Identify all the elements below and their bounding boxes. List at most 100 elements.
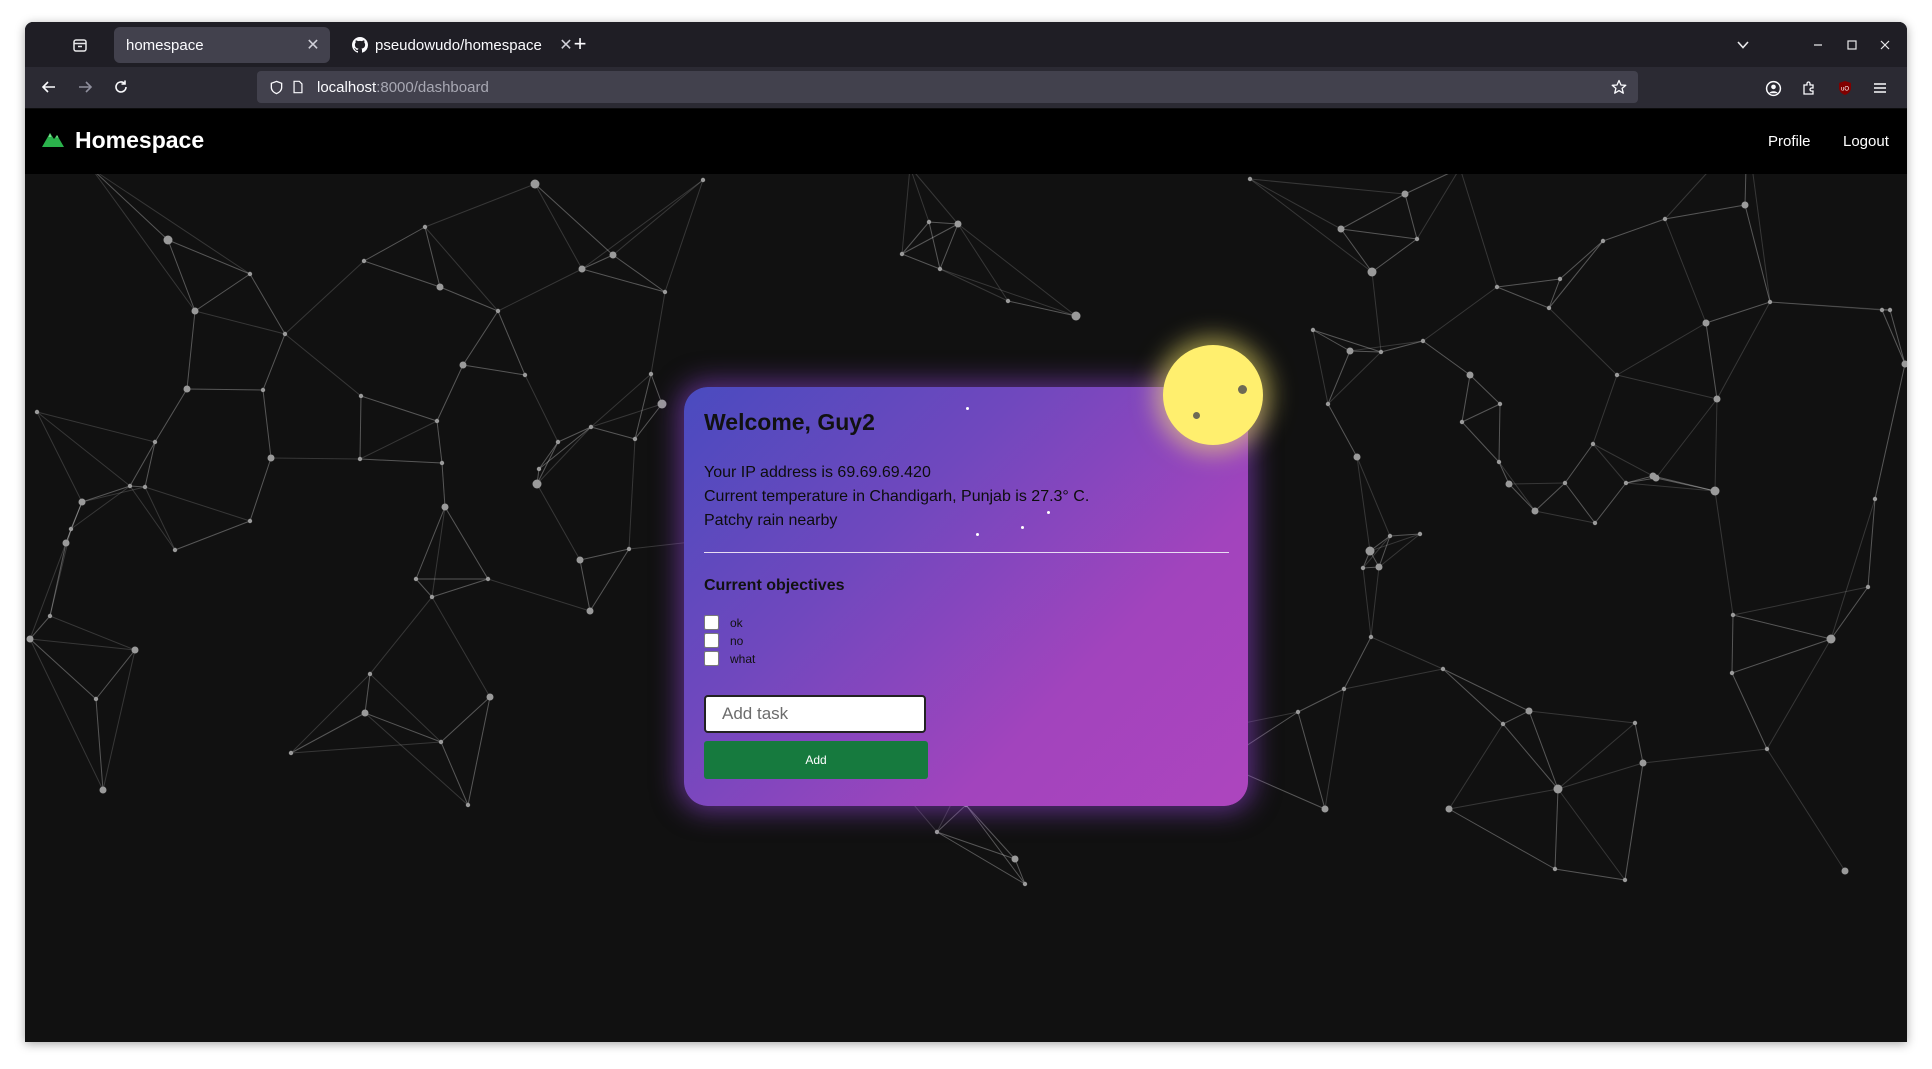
network-edge <box>1664 218 1707 324</box>
moon-decoration <box>1163 345 1263 445</box>
network-edge <box>431 596 491 698</box>
network-node <box>1741 201 1749 209</box>
network-node <box>1767 299 1773 305</box>
network-edge <box>1327 403 1358 458</box>
firefox-view-icon[interactable] <box>69 34 91 56</box>
ublock-origin-icon[interactable]: uO <box>1833 76 1857 100</box>
network-node <box>536 466 542 472</box>
address-bar[interactable]: localhost:8000/dashboard <box>257 71 1638 103</box>
network-edge <box>1744 204 1771 303</box>
window-close-icon[interactable] <box>1874 34 1896 56</box>
network-node <box>1590 441 1596 447</box>
network-edge <box>936 804 967 833</box>
logout-link[interactable]: Logout <box>1843 133 1889 150</box>
network-node <box>657 399 667 409</box>
extensions-puzzle-icon[interactable] <box>1797 76 1821 100</box>
network-node <box>1365 546 1375 556</box>
network-edge <box>1327 350 1351 405</box>
shield-icon[interactable] <box>265 76 287 98</box>
network-edge <box>1422 286 1498 342</box>
network-node <box>1247 176 1253 182</box>
network-edge <box>1548 240 1604 309</box>
reload-icon[interactable] <box>109 75 133 99</box>
sparkle-dot <box>976 533 979 536</box>
add-task-input[interactable] <box>704 695 926 733</box>
network-edge <box>939 268 1077 317</box>
ip-address-text: Your IP address is 69.69.69.420 <box>704 464 931 481</box>
network-node <box>26 635 34 643</box>
task-checkbox[interactable] <box>704 633 719 648</box>
bookmark-star-icon[interactable] <box>1608 76 1630 98</box>
url-path: :8000/dashboard <box>376 78 489 96</box>
network-edge <box>1705 322 1718 400</box>
network-node <box>1353 453 1361 461</box>
network-edge <box>439 286 499 312</box>
network-edge <box>1312 329 1382 353</box>
account-icon[interactable] <box>1761 76 1785 100</box>
tab-strip: homespace ✕ pseudowudo/homespace ✕ + <box>25 22 1907 67</box>
network-node <box>465 802 471 808</box>
network-node <box>1662 216 1668 222</box>
network-node <box>191 307 199 315</box>
network-edge <box>939 223 959 270</box>
network-edge <box>497 310 526 376</box>
network-edge <box>284 333 362 397</box>
network-edge <box>1625 482 1716 492</box>
network-edge <box>590 403 663 428</box>
network-node <box>1337 225 1345 233</box>
back-arrow-icon[interactable] <box>37 75 61 99</box>
network-edge <box>144 486 251 522</box>
network-edge <box>1356 456 1391 537</box>
network-edge <box>1554 868 1626 881</box>
dashboard-card: Welcome, Guy2 Your IP address is 69.69.6… <box>684 387 1248 806</box>
url-text[interactable]: localhost:8000/dashboard <box>309 79 489 96</box>
network-node <box>288 750 294 756</box>
network-node <box>1702 319 1710 327</box>
network-edge <box>1469 374 1501 405</box>
new-tab-plus-icon[interactable]: + <box>569 33 591 56</box>
network-edge <box>359 458 443 464</box>
close-icon[interactable]: ✕ <box>302 34 324 56</box>
network-edge <box>91 168 169 241</box>
network-edge <box>1461 403 1501 423</box>
network-node <box>1865 584 1871 590</box>
network-edge <box>1459 167 1498 288</box>
hamburger-menu-icon[interactable] <box>1868 76 1892 100</box>
tab-title: pseudowudo/homespace <box>375 36 542 54</box>
chevron-down-icon[interactable] <box>1732 34 1754 56</box>
network-edge <box>589 548 630 612</box>
tab-homespace[interactable]: homespace ✕ <box>114 27 330 63</box>
task-checkbox[interactable] <box>704 651 719 666</box>
network-edge <box>440 741 469 806</box>
task-item: what <box>704 651 755 666</box>
network-edge <box>1766 748 1846 872</box>
network-node <box>662 289 668 295</box>
network-node <box>926 219 932 225</box>
network-edge <box>650 373 663 405</box>
brand-link[interactable]: Homespace <box>41 127 204 154</box>
maximize-icon[interactable] <box>1841 34 1863 56</box>
add-task-button[interactable]: Add <box>704 741 928 779</box>
forward-arrow-icon[interactable] <box>73 75 97 99</box>
network-node <box>459 361 467 369</box>
tab-github[interactable]: pseudowudo/homespace ✕ <box>341 27 583 63</box>
network-node <box>439 460 445 466</box>
profile-link[interactable]: Profile <box>1768 133 1811 150</box>
network-edge <box>664 179 704 293</box>
network-edge <box>1340 193 1406 230</box>
minimize-icon[interactable] <box>1807 34 1829 56</box>
network-node <box>1375 563 1383 571</box>
network-node <box>586 607 594 615</box>
network-edge <box>1297 688 1345 713</box>
network-edge <box>1498 461 1536 512</box>
network-edge <box>1422 340 1471 376</box>
network-node <box>1562 480 1568 486</box>
network-node <box>1639 759 1647 767</box>
network-edge <box>1356 456 1371 552</box>
task-checkbox[interactable] <box>704 615 719 630</box>
network-node <box>62 539 70 547</box>
network-edge <box>1769 301 1891 311</box>
network-edge <box>612 179 704 256</box>
page-icon[interactable] <box>287 76 309 98</box>
network-node <box>1901 360 1907 368</box>
